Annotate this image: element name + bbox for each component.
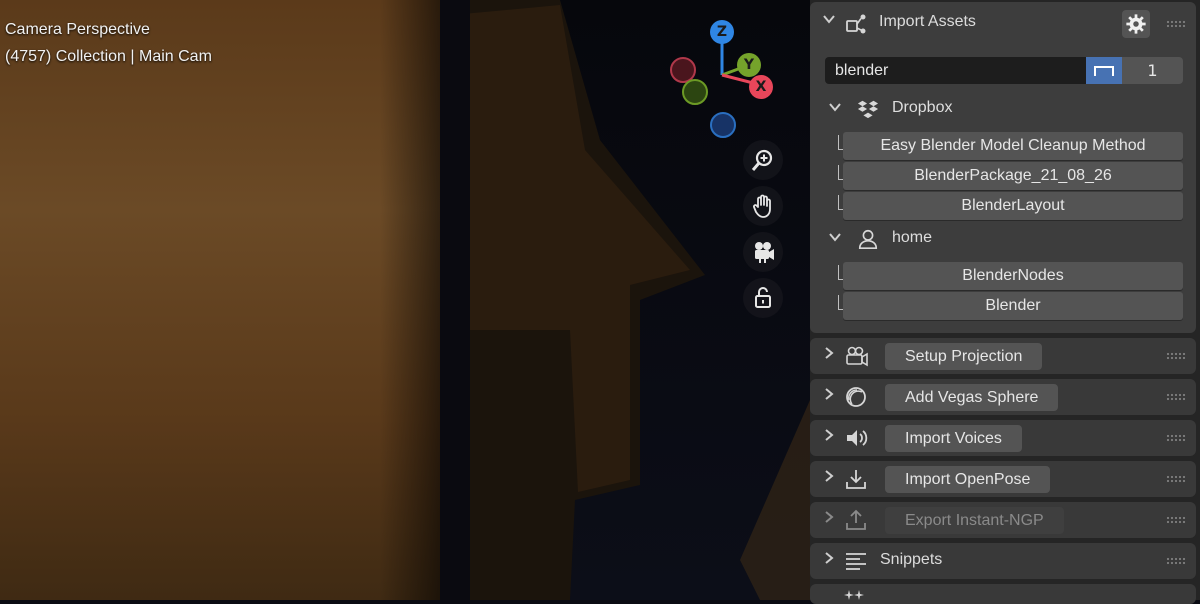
asset-item[interactable]: Easy Blender Model Cleanup Method [843, 132, 1183, 160]
scene-shadow [380, 0, 440, 600]
group-dropbox[interactable]: Dropbox [810, 98, 1196, 122]
asset-item[interactable]: BlenderNodes [843, 262, 1183, 290]
import-voices-panel: Import Voices [810, 420, 1196, 456]
y-axis-ball[interactable]: Y [737, 53, 761, 77]
result-count-field[interactable]: 1 [1122, 57, 1183, 84]
upload-icon [846, 509, 866, 530]
setup-projection-button[interactable]: Setup Projection [885, 343, 1043, 370]
setup-projection-panel: Setup Projection [810, 338, 1196, 374]
import-assets-panel: Import Assets blender 1 Dropbox Easy Ble… [810, 2, 1196, 333]
drag-handle[interactable] [1166, 434, 1186, 442]
chevron-right-icon[interactable] [820, 551, 838, 569]
snippets-panel[interactable]: Snippets [810, 543, 1196, 579]
group-home[interactable]: home [810, 228, 1196, 252]
drag-handle[interactable] [1166, 516, 1186, 524]
z-axis-ball[interactable]: Z [710, 20, 734, 44]
drag-handle[interactable] [1166, 475, 1186, 483]
chevron-right-icon[interactable] [820, 469, 838, 487]
group-label: home [892, 229, 933, 246]
filter-toggle-button[interactable] [1086, 57, 1122, 84]
asset-item[interactable]: BlenderLayout [843, 192, 1183, 220]
import-assets-header[interactable]: Import Assets [810, 2, 1196, 44]
add-vegas-sphere-button[interactable]: Add Vegas Sphere [885, 384, 1059, 411]
drag-handle[interactable] [1166, 352, 1186, 360]
x-axis-ball[interactable]: X [749, 75, 773, 99]
snippets-title: Snippets [880, 551, 943, 568]
share-nodes-icon [846, 14, 866, 34]
camera-view-button[interactable] [743, 232, 783, 272]
settings-button[interactable] [1122, 10, 1150, 38]
unlock-icon [755, 287, 771, 308]
movie-camera-icon [755, 242, 774, 263]
viewport-info: Camera Perspective (4757) Collection | M… [5, 16, 212, 70]
pan-button[interactable] [743, 186, 783, 226]
download-icon [846, 470, 866, 489]
bracket-icon [1094, 65, 1114, 76]
chevron-right-icon[interactable] [820, 346, 838, 364]
search-input[interactable]: blender [825, 57, 1087, 84]
chevron-right-icon[interactable] [820, 510, 838, 528]
drag-handle[interactable] [1166, 20, 1186, 28]
chevron-right-icon[interactable] [820, 428, 838, 446]
speaker-icon [847, 430, 868, 446]
viewport-mode-label: Camera Perspective [5, 21, 150, 38]
group-label: Dropbox [892, 99, 953, 116]
import-openpose-button[interactable]: Import OpenPose [885, 466, 1051, 493]
zoom-button[interactable] [743, 140, 783, 180]
hand-icon [753, 194, 771, 218]
sidebar: Import Assets blender 1 Dropbox Easy Ble… [810, 0, 1200, 604]
neg-y-axis-ball[interactable] [682, 79, 708, 105]
sphere-icon [846, 387, 866, 407]
import-voices-button[interactable]: Import Voices [885, 425, 1022, 452]
dropbox-icon [857, 100, 879, 119]
chevron-down-icon[interactable] [828, 230, 842, 248]
projector-icon [846, 346, 868, 367]
next-panel-partial [810, 584, 1196, 604]
drag-handle[interactable] [1166, 393, 1186, 401]
lock-camera-button[interactable] [743, 278, 783, 318]
sparkle-icon [844, 590, 864, 600]
zoom-icon [751, 149, 773, 171]
chevron-down-icon[interactable] [828, 100, 842, 118]
navigation-gizmo[interactable]: Z Y X [665, 15, 785, 140]
export-instant-ngp-button: Export Instant-NGP [885, 507, 1064, 534]
import-assets-title: Import Assets [879, 13, 976, 30]
viewport-collection-label: (4757) Collection | Main Cam [5, 48, 212, 65]
gear-icon [1126, 14, 1146, 34]
import-openpose-panel: Import OpenPose [810, 461, 1196, 497]
neg-z-axis-ball[interactable] [710, 112, 736, 138]
export-instant-ngp-panel: Export Instant-NGP [810, 502, 1196, 538]
chevron-right-icon[interactable] [820, 387, 838, 405]
drag-handle[interactable] [1166, 557, 1186, 565]
3d-viewport[interactable]: Camera Perspective (4757) Collection | M… [0, 0, 810, 600]
text-lines-icon [846, 553, 866, 570]
add-vegas-sphere-panel: Add Vegas Sphere [810, 379, 1196, 415]
chevron-down-icon[interactable] [820, 12, 838, 30]
asset-item[interactable]: Blender [843, 292, 1183, 320]
asset-item[interactable]: BlenderPackage_21_08_26 [843, 162, 1183, 190]
user-icon [858, 229, 878, 249]
